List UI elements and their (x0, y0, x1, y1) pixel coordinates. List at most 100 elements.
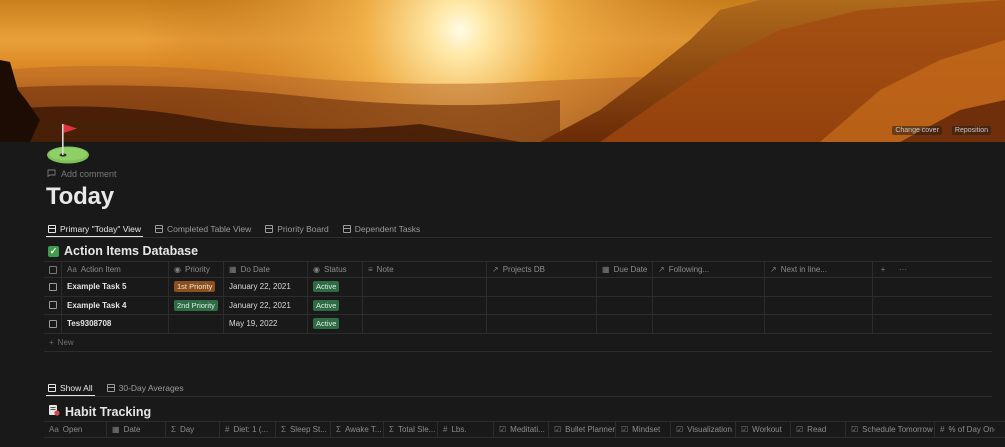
cover-image: Change cover Reposition (0, 0, 1005, 142)
column-header-lbs[interactable]: # Lbs. (438, 422, 494, 437)
column-header-note[interactable]: ≡ Note (363, 262, 487, 277)
column-header-day[interactable]: Σ Day (166, 422, 220, 437)
do-date-cell[interactable]: January 22, 2021 (224, 278, 308, 296)
due-date-cell[interactable] (597, 315, 653, 333)
column-label: Due Date (613, 265, 648, 274)
table-row[interactable]: Example Task 5 1st Priority January 22, … (44, 278, 992, 297)
tab-priority-board[interactable]: Priority Board (263, 221, 331, 237)
golf-flag-icon[interactable] (46, 118, 90, 164)
following-cell[interactable] (653, 296, 765, 314)
next-in-line-cell[interactable] (765, 315, 873, 333)
column-header-do-date[interactable]: ▦ Do Date (224, 262, 308, 277)
row-checkbox[interactable] (44, 315, 62, 333)
page-title[interactable]: Today (46, 183, 114, 211)
action-item-cell[interactable]: Example Task 5 (62, 278, 169, 296)
status-cell[interactable]: Active (308, 315, 363, 333)
note-cell[interactable] (363, 315, 487, 333)
column-label: Status (323, 265, 347, 274)
column-header-total-sleep[interactable]: Σ Total Sle... (384, 422, 438, 437)
row-checkbox[interactable] (44, 278, 62, 296)
priority-tag: 1st Priority (174, 281, 216, 293)
column-header-visualization[interactable]: ☑ Visualization (671, 422, 736, 437)
column-header-status[interactable]: ◉ Status (308, 262, 363, 277)
table-row[interactable]: Tes9308708 May 19, 2022 Active (44, 315, 992, 334)
database-title-action-items[interactable]: ✓ Action Items Database (48, 244, 198, 258)
add-property-button[interactable]: + (873, 262, 893, 277)
column-label: Next in line... (780, 265, 827, 274)
status-cell[interactable]: Active (308, 278, 363, 296)
priority-cell[interactable]: 1st Priority (169, 278, 224, 296)
following-cell[interactable] (653, 278, 765, 296)
column-header-read[interactable]: ☑ Read (791, 422, 846, 437)
priority-cell[interactable]: 2nd Priority (169, 296, 224, 314)
column-header-priority[interactable]: ◉ Priority (169, 262, 224, 277)
column-header-mindset[interactable]: ☑ Mindset (616, 422, 671, 437)
row-checkbox[interactable] (44, 296, 62, 314)
column-header-bullet-planner[interactable]: ☑ Bullet Planner (549, 422, 616, 437)
projects-db-cell[interactable] (487, 278, 597, 296)
tab-primary-today-view[interactable]: Primary "Today" View (46, 221, 143, 237)
tab-show-all[interactable]: Show All (46, 380, 95, 396)
select-all-checkbox[interactable] (44, 262, 62, 277)
do-date-cell[interactable]: January 22, 2021 (224, 296, 308, 314)
note-cell[interactable] (363, 278, 487, 296)
table-icon (155, 225, 163, 233)
projects-db-cell[interactable] (487, 315, 597, 333)
database-title-habit-tracking[interactable]: Habit Tracking (48, 404, 151, 419)
column-header-date[interactable]: ▦ Date (107, 422, 166, 437)
action-item-cell[interactable]: Example Task 4 (62, 296, 169, 314)
column-header-next-in-line[interactable]: ↗ Next in line... (765, 262, 873, 277)
due-date-cell[interactable] (597, 296, 653, 314)
column-label: Meditati... (510, 425, 545, 434)
column-header-action-item[interactable]: Aa Action Item (62, 262, 169, 277)
table-row[interactable]: Example Task 4 2nd Priority January 22, … (44, 296, 992, 315)
reposition-button[interactable]: Reposition (951, 126, 991, 135)
action-item-cell[interactable]: Tes9308708 (62, 315, 169, 333)
empty-cell (893, 315, 913, 333)
checkbox-property-icon: ☑ (741, 425, 749, 434)
select-property-icon: ◉ (174, 265, 181, 274)
next-in-line-cell[interactable] (765, 278, 873, 296)
new-row-button[interactable]: + New (44, 334, 992, 352)
priority-cell[interactable] (169, 315, 224, 333)
formula-sigma-icon: Σ (389, 425, 394, 434)
note-cell[interactable] (363, 296, 487, 314)
tab-dependent-tasks[interactable]: Dependent Tasks (341, 221, 423, 237)
tab-completed-table-view[interactable]: Completed Table View (153, 221, 253, 237)
text-property-icon: Aa (49, 425, 59, 434)
tabs-divider (46, 396, 992, 397)
column-label: % of Day On-S (948, 425, 995, 434)
column-header-awake-time[interactable]: Σ Awake T... (331, 422, 384, 437)
number-hash-icon: # (443, 425, 448, 434)
projects-db-cell[interactable] (487, 296, 597, 314)
column-header-schedule-tomorrow[interactable]: ☑ Schedule Tomorrow (846, 422, 935, 437)
column-header-diet[interactable]: # Diet: 1 (... (220, 422, 276, 437)
empty-cell (893, 278, 913, 296)
calendar-icon: ▦ (112, 425, 120, 434)
do-date-cell[interactable]: May 19, 2022 (224, 315, 308, 333)
column-header-open[interactable]: Aa Open (44, 422, 107, 437)
next-in-line-cell[interactable] (765, 296, 873, 314)
column-header-workout[interactable]: ☑ Workout (736, 422, 791, 437)
tab-30-day-averages[interactable]: 30-Day Averages (105, 380, 186, 396)
column-header-following[interactable]: ↗ Following... (653, 262, 765, 277)
following-cell[interactable] (653, 315, 765, 333)
tab-label: 30-Day Averages (118, 383, 184, 393)
column-label: Awake T... (344, 425, 382, 434)
more-options-button[interactable]: ··· (893, 262, 913, 277)
column-label: Schedule Tomorrow (862, 425, 933, 434)
column-label: Priority (184, 265, 210, 274)
due-date-cell[interactable] (597, 278, 653, 296)
change-cover-button[interactable]: Change cover (892, 126, 942, 135)
do-date-value: January 22, 2021 (229, 282, 291, 292)
column-header-due-date[interactable]: ▦ Due Date (597, 262, 653, 277)
column-header-projects-db[interactable]: ↗ Projects DB (487, 262, 597, 277)
column-header-meditation[interactable]: ☑ Meditati... (494, 422, 549, 437)
column-header-percent-of-day[interactable]: #% of Day On-S (935, 422, 995, 437)
add-comment-button[interactable]: Add comment (47, 169, 117, 179)
checkbox-icon (48, 265, 57, 274)
column-header-sleep-start[interactable]: Σ Sleep St... (276, 422, 331, 437)
checkbox-property-icon: ☑ (499, 425, 507, 434)
status-cell[interactable]: Active (308, 296, 363, 314)
status-badge: Active (313, 281, 340, 293)
